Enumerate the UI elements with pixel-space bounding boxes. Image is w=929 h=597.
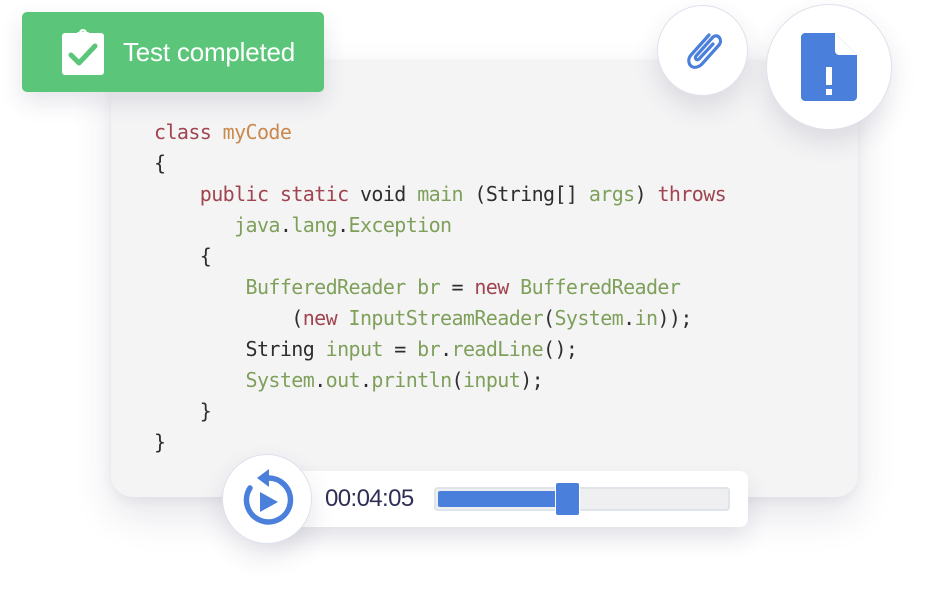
code-token: input [325, 337, 384, 361]
code-token: main [417, 182, 463, 206]
code-token: { [154, 244, 212, 268]
code-token: ( [451, 368, 464, 392]
playback-time: 00:04:05 [325, 485, 414, 512]
code-token: ( [543, 306, 555, 330]
code-token: . [314, 368, 326, 392]
code-token: } [154, 399, 212, 423]
code-token: new [474, 275, 509, 299]
code-token: class [154, 120, 212, 144]
code-token: readLine [451, 337, 544, 361]
code-token: Exception [348, 213, 453, 237]
code-token: (String[] [462, 182, 589, 206]
code-token: String [154, 337, 326, 361]
code-token: myCode [222, 120, 292, 144]
code-token: ) [634, 182, 658, 206]
progress-slider[interactable] [434, 482, 730, 516]
code-line: } [154, 396, 726, 427]
code-token: new [302, 306, 338, 330]
code-token: ( [154, 306, 303, 330]
code-token: { [154, 151, 166, 175]
code-token: InputStreamReader [348, 306, 544, 330]
code-line: System.out.println(input); [154, 365, 726, 396]
code-token: )); [657, 306, 692, 330]
file-alert-icon [801, 33, 857, 101]
code-token: = [440, 275, 475, 299]
test-completed-badge: Test completed [22, 12, 324, 92]
code-token: void [348, 182, 418, 206]
clipboard-check-icon [62, 29, 104, 75]
code-token: static [279, 182, 349, 206]
code-line: BufferedReader br = new BufferedReader [154, 272, 726, 303]
code-line: java.lang.Exception [154, 210, 726, 241]
code-line: } [154, 427, 726, 458]
code-token: lang [291, 213, 338, 237]
code-line: { [154, 241, 726, 272]
code-token: throws [657, 182, 727, 206]
code-token: in [634, 306, 658, 330]
code-line: (new InputStreamReader(System.in)); [154, 303, 726, 334]
code-token: BufferedReader br [245, 275, 441, 299]
code-line: class myCode [154, 117, 726, 148]
code-token: println [371, 368, 452, 392]
code-token: br [417, 337, 441, 361]
slider-thumb[interactable] [555, 482, 580, 516]
badge-label: Test completed [123, 37, 296, 67]
code-token: public [199, 182, 269, 206]
code-token: } [154, 430, 166, 454]
code-token: (); [543, 337, 578, 361]
code-block: class myCode{ public static void main (S… [154, 117, 727, 458]
code-token: ); [520, 368, 544, 392]
code-line: String input = br.readLine(); [154, 334, 726, 365]
code-token: java [234, 213, 280, 237]
file-alert-button[interactable] [766, 4, 892, 130]
code-line: public static void main (String[] args) … [154, 179, 727, 210]
replay-icon [243, 469, 294, 525]
code-token: args [588, 182, 635, 206]
code-token: = [382, 337, 418, 361]
code-token: . [337, 213, 349, 237]
code-token: System [554, 306, 624, 330]
progress-fill [438, 491, 559, 507]
code-token: . [440, 337, 452, 361]
code-line: { [154, 148, 726, 179]
code-token: . [359, 368, 372, 392]
code-token: . [623, 306, 635, 330]
code-token: System [245, 368, 315, 392]
code-token: input [462, 368, 521, 392]
replay-button[interactable] [222, 454, 312, 544]
code-token: out [325, 368, 361, 392]
paperclip-icon [686, 32, 722, 69]
attach-button[interactable] [657, 5, 748, 96]
code-token: . [279, 213, 292, 237]
code-token: BufferedReader [520, 275, 681, 299]
